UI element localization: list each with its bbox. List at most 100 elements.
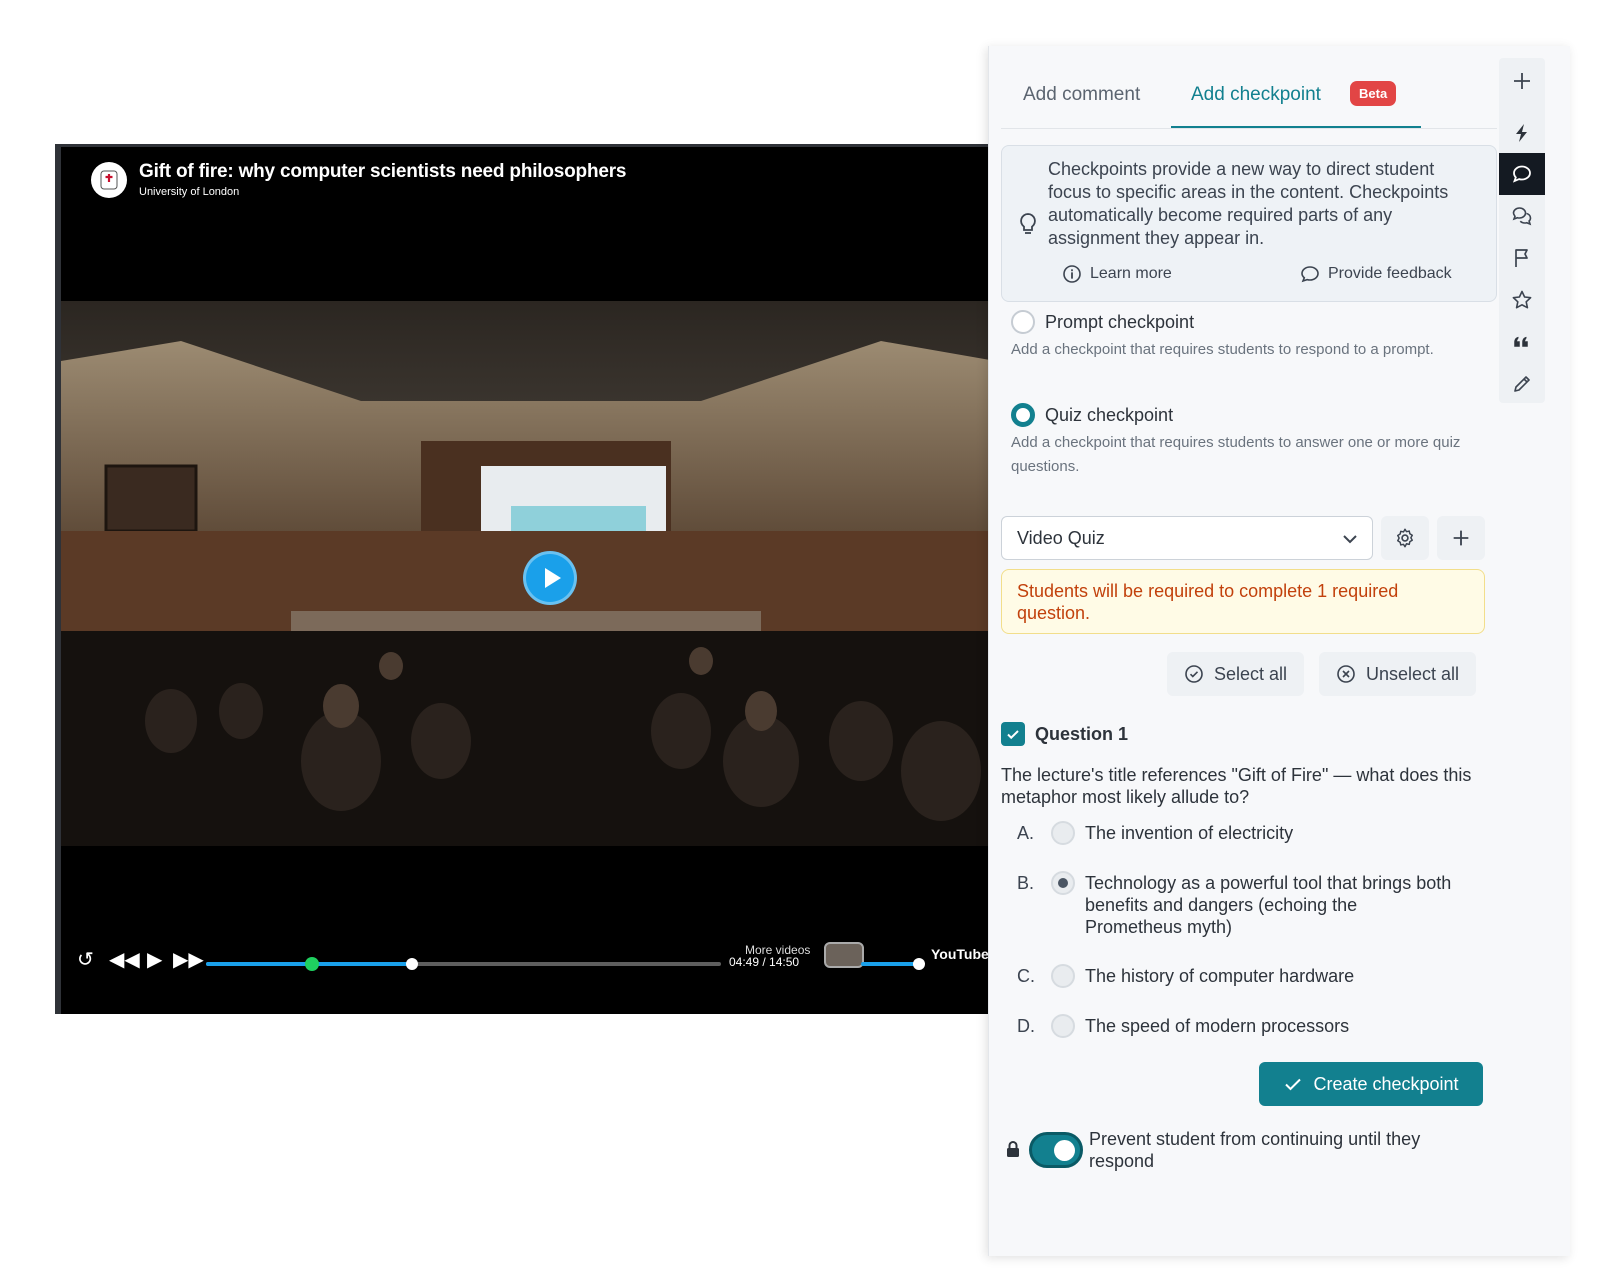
quiz-select-value: Video Quiz bbox=[1017, 528, 1105, 548]
prevent-continue-label[interactable]: Prevent student from continuing until th… bbox=[1089, 1128, 1479, 1172]
chevron-down-icon bbox=[1343, 535, 1357, 544]
icon-rail bbox=[1499, 58, 1545, 403]
tab-add-comment[interactable]: Add comment bbox=[1023, 84, 1140, 106]
answer-text: The speed of modern processors bbox=[1085, 1016, 1350, 1036]
prompt-checkpoint-option[interactable]: Prompt checkpoint bbox=[1011, 310, 1194, 334]
prevent-continue-toggle[interactable] bbox=[1029, 1132, 1083, 1168]
replay-icon[interactable]: ↺ bbox=[77, 949, 94, 969]
plus-icon bbox=[1514, 73, 1530, 89]
flag-icon bbox=[1515, 249, 1528, 267]
learn-more-label: Learn more bbox=[1090, 265, 1172, 282]
quiz-checkpoint-radio[interactable] bbox=[1011, 403, 1035, 427]
unselect-all-button[interactable]: Unselect all bbox=[1319, 652, 1477, 696]
add-quiz-button[interactable] bbox=[1437, 516, 1485, 560]
star-icon bbox=[1512, 290, 1532, 309]
answer-text: The history of computer hardware bbox=[1085, 966, 1355, 986]
rail-comments-button[interactable] bbox=[1499, 195, 1545, 237]
video-channel[interactable]: University of London bbox=[139, 186, 626, 198]
checkmark-icon bbox=[1285, 1078, 1302, 1091]
volume-bar[interactable] bbox=[861, 962, 921, 966]
info-text: Checkpoints provide a new way to direct … bbox=[1048, 159, 1449, 248]
answer-radio-selected[interactable] bbox=[1051, 871, 1075, 895]
provide-feedback-link[interactable]: Provide feedback bbox=[1300, 264, 1452, 284]
channel-logo[interactable] bbox=[91, 161, 127, 198]
tab-add-checkpoint[interactable]: Add checkpoint bbox=[1191, 84, 1321, 106]
video-controls: ↺ ◀◀ ▶ ▶▶ More videos 04:49 / 14:50 YouT… bbox=[61, 937, 990, 987]
app-root: Gift of fire: why computer scientists ne… bbox=[0, 0, 1604, 1279]
pencil-icon bbox=[1514, 376, 1530, 392]
time-display: 04:49 / 14:50 bbox=[729, 955, 800, 969]
quiz-checkpoint-label[interactable]: Quiz checkpoint bbox=[1045, 405, 1173, 426]
answer-letter: D. bbox=[1017, 1016, 1035, 1036]
panel-tabs: Add comment Add checkpoint Beta bbox=[1001, 46, 1497, 129]
gear-icon bbox=[1397, 528, 1413, 548]
answer-c[interactable]: C. The history of computer hardware bbox=[1017, 964, 1455, 988]
required-warning: Students will be required to complete 1 … bbox=[1001, 569, 1485, 634]
progress-handle[interactable] bbox=[406, 958, 418, 970]
rail-star-button[interactable] bbox=[1499, 279, 1545, 321]
quote-icon bbox=[1514, 336, 1528, 347]
select-all-button[interactable]: Select all bbox=[1167, 652, 1305, 696]
quiz-select[interactable]: Video Quiz bbox=[1001, 516, 1373, 560]
rewind-icon[interactable]: ◀◀ bbox=[109, 949, 140, 969]
answer-a[interactable]: A. The invention of electricity bbox=[1017, 821, 1455, 845]
play-icon[interactable]: ▶ bbox=[147, 949, 162, 969]
create-checkpoint-label: Create checkpoint bbox=[1313, 1073, 1459, 1094]
info-box: Checkpoints provide a new way to direct … bbox=[1001, 145, 1497, 302]
prompt-checkpoint-desc: Add a checkpoint that requires students … bbox=[1011, 341, 1434, 358]
answer-radio[interactable] bbox=[1051, 821, 1075, 845]
checkpoint-marker[interactable] bbox=[304, 957, 319, 971]
comments-icon bbox=[1512, 207, 1532, 226]
video-title[interactable]: Gift of fire: why computer scientists ne… bbox=[139, 161, 626, 183]
rail-comment-button[interactable] bbox=[1499, 153, 1545, 195]
quiz-checkpoint-option[interactable]: Quiz checkpoint bbox=[1011, 403, 1173, 427]
quiz-checkpoint-desc: Add a checkpoint that requires students … bbox=[1011, 434, 1461, 475]
answer-radio[interactable] bbox=[1051, 1014, 1075, 1038]
youtube-logo[interactable]: YouTube bbox=[931, 946, 989, 962]
answer-radio[interactable] bbox=[1051, 964, 1075, 988]
active-tab-underline bbox=[1171, 126, 1421, 128]
prompt-checkpoint-radio[interactable] bbox=[1011, 310, 1035, 334]
more-videos-thumbnail[interactable] bbox=[824, 942, 864, 968]
rail-quote-button[interactable] bbox=[1499, 321, 1545, 363]
rail-pencil-button[interactable] bbox=[1499, 363, 1545, 405]
lightbulb-icon bbox=[1020, 213, 1036, 234]
info-icon bbox=[1063, 265, 1081, 283]
question-1-selector[interactable]: Question 1 bbox=[1001, 722, 1128, 746]
beta-badge: Beta bbox=[1350, 81, 1397, 106]
progress-bar[interactable] bbox=[206, 957, 721, 971]
question-1-checkbox[interactable] bbox=[1001, 722, 1025, 746]
quiz-settings-button[interactable] bbox=[1381, 516, 1429, 560]
comment-icon bbox=[1512, 165, 1531, 183]
answer-text: Technology as a powerful tool that bring… bbox=[1085, 873, 1452, 937]
create-checkpoint-button[interactable]: Create checkpoint bbox=[1259, 1062, 1483, 1106]
rail-add-button[interactable] bbox=[1499, 60, 1545, 102]
provide-feedback-label: Provide feedback bbox=[1328, 265, 1452, 282]
answer-d[interactable]: D. The speed of modern processors bbox=[1017, 1014, 1455, 1038]
rail-flag-button[interactable] bbox=[1499, 237, 1545, 279]
video-player[interactable]: Gift of fire: why computer scientists ne… bbox=[55, 144, 990, 1014]
x-circle-icon bbox=[1337, 665, 1355, 683]
checkpoint-panel: Add comment Add checkpoint Beta Checkpoi… bbox=[988, 46, 1570, 1256]
unselect-all-label: Unselect all bbox=[1366, 663, 1460, 684]
volume-handle[interactable] bbox=[913, 958, 925, 970]
question-text: The lecture's title references "Gift of … bbox=[1001, 765, 1472, 807]
answer-letter: A. bbox=[1017, 823, 1035, 843]
answer-letter: B. bbox=[1017, 873, 1035, 893]
video-frame bbox=[61, 301, 990, 866]
video-header: Gift of fire: why computer scientists ne… bbox=[91, 161, 626, 198]
play-overlay-button[interactable] bbox=[523, 551, 577, 605]
lightning-icon bbox=[1516, 124, 1527, 142]
learn-more-link[interactable]: Learn more bbox=[1062, 264, 1172, 284]
plus-icon bbox=[1453, 530, 1469, 546]
rail-lightning-button[interactable] bbox=[1499, 112, 1545, 154]
question-title: Question 1 bbox=[1035, 723, 1129, 744]
answer-text: The invention of electricity bbox=[1085, 823, 1294, 843]
fast-forward-icon[interactable]: ▶▶ bbox=[173, 949, 204, 969]
prompt-checkpoint-label[interactable]: Prompt checkpoint bbox=[1045, 312, 1194, 333]
answer-b[interactable]: B. Technology as a powerful tool that br… bbox=[1017, 871, 1455, 938]
panel-main: Add comment Add checkpoint Beta Checkpoi… bbox=[1001, 46, 1497, 1256]
speech-bubble-icon bbox=[1301, 266, 1319, 283]
answer-letter: C. bbox=[1017, 966, 1035, 986]
checkmark-icon bbox=[1007, 730, 1019, 740]
